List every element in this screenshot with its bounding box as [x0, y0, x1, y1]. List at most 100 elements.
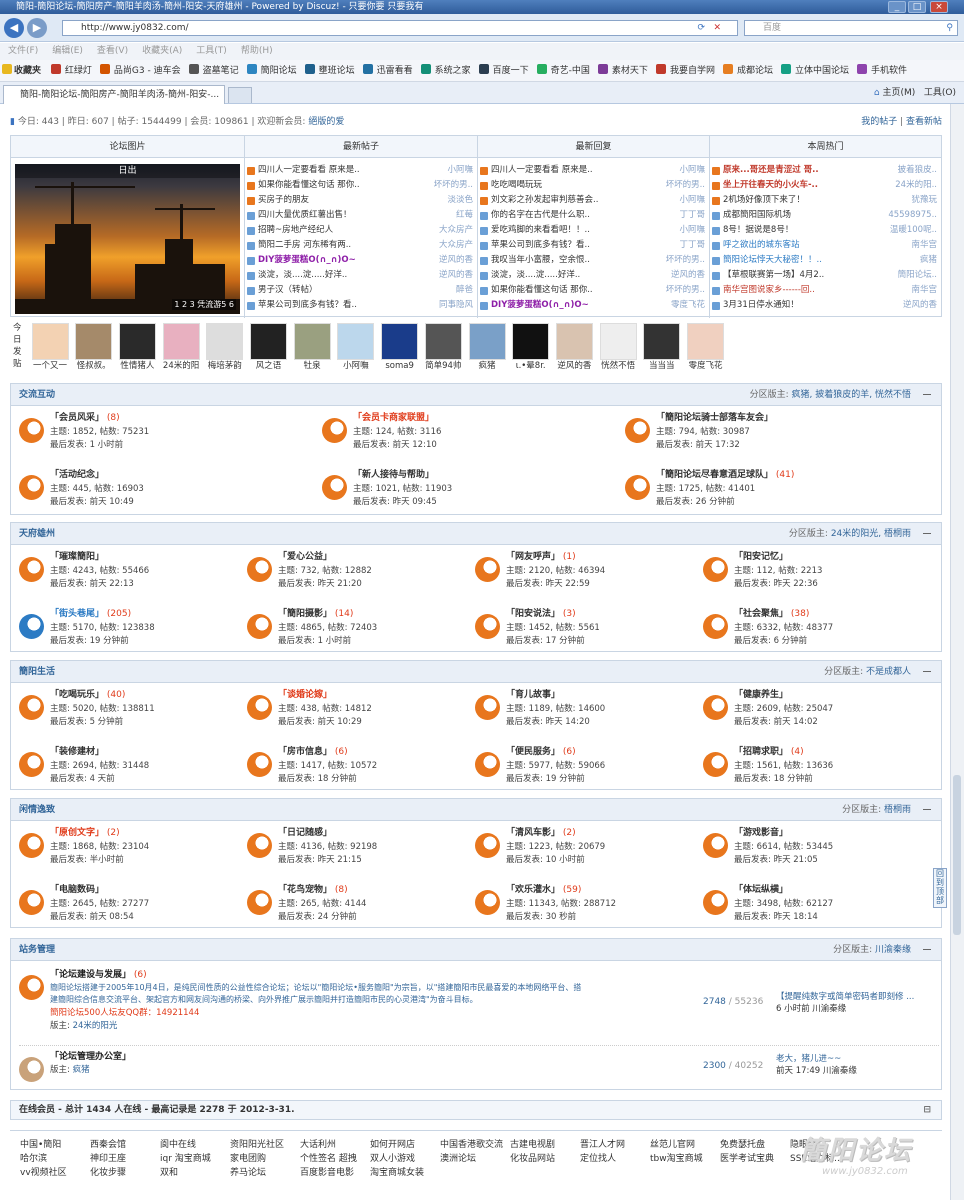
thread-author[interactable]: 疯猪	[920, 253, 937, 268]
thread-author[interactable]: 坏坏的男..	[666, 253, 705, 268]
forum-title[interactable]: 「簡阳论坛尽春意酒足球队」	[656, 470, 773, 480]
thread-item[interactable]: 簡阳二手房 河东稀有两.. 大众房产	[245, 238, 477, 253]
thread-title[interactable]: 簡阳论坛悖天大秘密！！..	[723, 255, 822, 265]
member-name[interactable]: 恍然不悟	[598, 360, 638, 372]
forum-title[interactable]: 「璀璨簡阳」	[50, 552, 104, 562]
friend-link[interactable]: 百度影音电影	[300, 1167, 354, 1179]
member-avatar[interactable]: 怪叔叔。	[74, 323, 114, 372]
thread-item[interactable]: 招聘~房地产经纪人 大众房产	[245, 223, 477, 238]
member-name[interactable]: 24米的阳	[161, 360, 201, 372]
member-name[interactable]: ι.•晕8r.	[511, 360, 551, 372]
friend-link[interactable]: 中国•簡阳	[20, 1139, 61, 1151]
forum-title[interactable]: 「社会聚焦」	[734, 609, 788, 619]
favorite-link[interactable]: 百度一下	[478, 64, 532, 76]
friend-link[interactable]: 阆中在线	[160, 1139, 196, 1151]
favorite-link[interactable]: 手机软件	[856, 64, 910, 76]
forum-item[interactable]: 「璀璨簡阳」 主题: 4243, 帖数: 55466 最后发表: 前天 22:13	[19, 551, 237, 601]
thread-title[interactable]: 8号！据说是8号！	[723, 225, 793, 235]
friend-link[interactable]: vv视频社区	[20, 1167, 67, 1179]
menu-tools[interactable]: 工具(T)	[196, 46, 227, 56]
forum-title[interactable]: 「便民服务」	[506, 747, 560, 757]
thread-item[interactable]: 买房子的朋友 淡淡色	[245, 193, 477, 208]
avatar-image[interactable]	[381, 323, 419, 360]
browser-tab[interactable]: 簡阳-簡阳论坛-簡阳房产-簡阳羊肉汤-簡州-阳安-...	[3, 85, 225, 104]
thread-author[interactable]: 大众房产	[439, 223, 473, 238]
favorite-link[interactable]: 簡阳论坛	[246, 64, 300, 76]
thread-item[interactable]: 3月31日停水通知！ 逆风的香	[710, 298, 941, 313]
member-name[interactable]: 一个又一	[30, 360, 70, 372]
forum-item[interactable]: 「街头巷尾」 (205) 主题: 5170, 帖数: 123838 最后发表: 19…	[19, 608, 237, 658]
friend-link[interactable]: 如何开网店	[370, 1139, 415, 1151]
forum-item[interactable]: 「原创文字」 (2) 主题: 1868, 帖数: 23104 最后发表: 半小时前	[19, 827, 237, 877]
thread-author[interactable]: 温暖100呢..	[890, 223, 937, 238]
avatar-image[interactable]	[687, 323, 724, 360]
thread-author[interactable]: 丁丁哥	[679, 238, 705, 253]
avatar-image[interactable]	[468, 323, 506, 360]
forum-item[interactable]: 「清风车影」 (2) 主题: 1223, 帖数: 20679 最后发表: 10 小时…	[475, 827, 693, 877]
collapse-icon[interactable]	[923, 533, 931, 534]
back-to-top-button[interactable]: 回到顶部	[933, 868, 947, 908]
thread-title[interactable]: 如果你能看懂这句话 那你..	[491, 285, 593, 295]
new-posts-link[interactable]: 查看新帖	[906, 117, 942, 127]
avatar-image[interactable]	[250, 323, 287, 360]
forum-item[interactable]: 「招聘求职」 (4) 主题: 1561, 帖数: 13636 最后发表: 18 分钟…	[703, 746, 921, 796]
thread-title[interactable]: 原来...哥还是青涩过 哥..	[723, 165, 819, 175]
forum-photo[interactable]: 日出 1 2 3 凭流游5 6	[15, 164, 240, 314]
tools-button[interactable]: 工具(O)	[924, 88, 956, 98]
thread-title[interactable]: 我叹当年小富腰，空余恨..	[491, 255, 590, 265]
forum-item[interactable]: 「健康养生」 主题: 2609, 帖数: 25047 最后发表: 前天 14:02	[703, 689, 921, 739]
thread-item[interactable]: 你的名字在古代是什么职.. 丁丁哥	[478, 208, 709, 223]
thread-item[interactable]: 2机场好像顶下来了！ 犹豫玩	[710, 193, 941, 208]
thread-item[interactable]: 如果你能看懂这句话 那你.. 坏坏的男..	[245, 178, 477, 193]
favorite-link[interactable]: 迅雷看看	[362, 64, 416, 76]
forum-item[interactable]: 「欢乐灌水」 (59) 主题: 11343, 帖数: 288712 最后发表: 30…	[475, 884, 693, 934]
friend-link[interactable]: 养马论坛	[230, 1167, 266, 1179]
forum-title[interactable]: 「装修建材」	[50, 747, 104, 757]
friend-link[interactable]: 大话利州	[300, 1139, 336, 1151]
favorite-link[interactable]: 品尚G3 - 迪车会	[99, 64, 184, 76]
friend-link[interactable]: 定位找人	[580, 1153, 616, 1165]
friend-link[interactable]: 双人小游戏	[370, 1153, 415, 1165]
friend-link[interactable]: 医学考试宝典	[720, 1153, 774, 1165]
thread-title[interactable]: DIY菠萝蛋糕O(∩_∩)O~	[491, 300, 589, 310]
menu-file[interactable]: 文件(F)	[8, 46, 38, 56]
scrollbar[interactable]	[950, 104, 964, 1200]
member-avatar[interactable]: 风之语	[249, 323, 289, 372]
member-avatar[interactable]: 简单94帅	[423, 323, 463, 372]
thread-item[interactable]: 刘文彩之孙发起审判慈善会.. 小阿嘸	[478, 193, 709, 208]
member-avatar[interactable]: 小阿嘸	[336, 323, 376, 372]
maximize-button[interactable]: □	[908, 1, 926, 13]
thread-title[interactable]: 男子汉（转帖）	[258, 285, 318, 295]
thread-item[interactable]: 四川人一定要看看 原来是.. 小阿嘸	[245, 163, 477, 178]
my-posts-link[interactable]: 我的帖子	[861, 117, 897, 127]
avatar-image[interactable]	[31, 323, 69, 360]
thread-author[interactable]: 淡淡色	[447, 193, 473, 208]
forum-item[interactable]: 「体坛纵横」 主题: 3498, 帖数: 62127 最后发表: 昨天 18:14	[703, 884, 921, 934]
thread-title[interactable]: 簡阳二手房 河东稀有两..	[258, 240, 351, 250]
thread-title[interactable]: 坐上开往春天的小火车-..	[723, 180, 818, 190]
thread-author[interactable]: 红莓	[456, 208, 473, 223]
member-name[interactable]: 逆风的香	[554, 360, 594, 372]
forum-item[interactable]: 「阳安说法」 (3) 主题: 1452, 帖数: 5561 最后发表: 17 分钟前	[475, 608, 693, 658]
forum-item[interactable]: 「房市信息」 (6) 主题: 1417, 帖数: 10572 最后发表: 18 分钟…	[247, 746, 465, 796]
thread-item[interactable]: 如果你能看懂这句话 那你.. 坏坏的男..	[478, 283, 709, 298]
forum-title[interactable]: 「体坛纵横」	[734, 885, 788, 895]
photo-pager[interactable]: 1 2 3 凭流游5 6	[172, 299, 236, 310]
member-avatar[interactable]: 一个又一	[30, 323, 70, 372]
thread-author[interactable]: 披着狼皮..	[898, 163, 937, 178]
close-button[interactable]: ×	[930, 1, 948, 13]
forum-item[interactable]: 「论坛管理办公室」 版主: 疯猪	[19, 1051, 709, 1085]
member-name[interactable]: 牡泉	[292, 360, 332, 372]
avatar-image[interactable]	[643, 323, 681, 360]
refresh-icon[interactable]: ⟳	[697, 21, 705, 35]
forum-item[interactable]: 「电脑数码」 主题: 2645, 帖数: 27277 最后发表: 前天 08:54	[19, 884, 237, 934]
forum-item[interactable]: 「日记随感」 主题: 4136, 帖数: 92198 最后发表: 昨天 21:15	[247, 827, 465, 877]
friend-link[interactable]: 古建电视剧	[510, 1139, 555, 1151]
forum-title[interactable]: 「爱心公益」	[278, 552, 332, 562]
thread-item[interactable]: 簡阳论坛悖天大秘密！！.. 疯猪	[710, 253, 941, 268]
thread-title[interactable]: 刘文彩之孙发起审判慈善会..	[491, 195, 598, 205]
section-title[interactable]: 簡阳生活	[19, 667, 55, 677]
member-name[interactable]: soma9	[380, 360, 420, 372]
collapse-icon[interactable]	[923, 949, 931, 950]
member-avatar[interactable]: soma9	[380, 323, 420, 372]
